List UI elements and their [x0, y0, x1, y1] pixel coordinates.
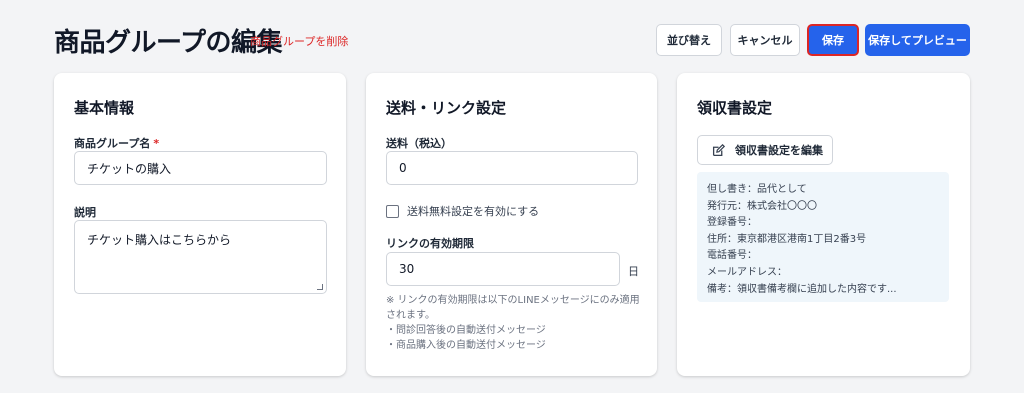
free-shipping-row[interactable]: 送料無料設定を有効にする [386, 203, 539, 219]
page-title: 商品グループの編集 [54, 28, 282, 58]
receipt-line: 備考：領収書備考欄に追加した内容です... [707, 283, 897, 295]
free-shipping-label: 送料無料設定を有効にする [407, 205, 540, 218]
page-header: 商品グループの編集 商品グループを削除 並び替え キャンセル 保存 保存してプレ… [0, 0, 1024, 70]
receipt-line: 但し書き：品代として [707, 184, 807, 195]
free-shipping-checkbox[interactable] [386, 204, 399, 218]
save-button[interactable]: 保存 [807, 24, 859, 56]
required-mark: * [153, 137, 160, 150]
shipping-fee-input[interactable]: 0 [386, 151, 638, 185]
group-name-label: 商品グループ名 * [74, 135, 159, 151]
shipping-card: 送料・リンク設定 送料（税込） 0 送料無料設定を有効にする リンクの有効期限 … [366, 73, 657, 376]
receipt-title: 領収書設定 [697, 99, 773, 117]
shipping-title: 送料・リンク設定 [386, 99, 507, 117]
basic-info-card: 基本情報 商品グループ名 * チケットの購入 説明 チケット購入はこちらから [54, 73, 346, 376]
receipt-line: メールアドレス： [707, 266, 787, 278]
edit-icon [712, 143, 725, 156]
cancel-button[interactable]: キャンセル [730, 24, 800, 56]
receipt-line: 電話番号： [707, 250, 757, 262]
link-expiry-label: リンクの有効期限 [386, 237, 474, 250]
shipping-fee-label: 送料（税込） [386, 137, 452, 150]
basic-info-title: 基本情報 [74, 99, 135, 117]
note-line: ※ リンクの有効期限は以下のLINEメッセージにのみ適用 [386, 295, 640, 306]
description-value: チケット購入はこちらから [87, 233, 232, 247]
sort-button[interactable]: 並び替え [656, 24, 722, 56]
receipt-line: 登録番号： [707, 217, 757, 229]
group-name-input[interactable]: チケットの購入 [74, 151, 327, 185]
note-line: ・問診回答後の自動送付メッセージ [386, 325, 546, 336]
receipt-card: 領収書設定 領収書設定を編集 但し書き：品代として 発行元：株式会社〇〇〇 登録… [677, 73, 970, 376]
save-preview-button[interactable]: 保存してプレビュー [865, 24, 970, 56]
shipping-fee-value: 0 [399, 161, 407, 175]
link-expiry-value: 30 [399, 262, 415, 276]
edit-receipt-button[interactable]: 領収書設定を編集 [697, 135, 833, 165]
delete-group-link[interactable]: 商品グループを削除 [250, 33, 348, 49]
group-name-value: チケットの購入 [87, 161, 172, 176]
receipt-preview-box: 但し書き：品代として 発行元：株式会社〇〇〇 登録番号： 住所：東京都港区港南1… [697, 172, 949, 302]
receipt-line: 住所：東京都港区港南1丁目2番3号 [707, 233, 867, 245]
receipt-line: 発行元：株式会社〇〇〇 [707, 200, 817, 212]
description-label: 説明 [74, 206, 96, 219]
link-expiry-unit: 日 [628, 265, 639, 278]
edit-receipt-label: 領収書設定を編集 [735, 144, 823, 157]
note-line: されます。 [386, 310, 435, 321]
note-line: ・商品購入後の自動送付メッセージ [386, 340, 546, 351]
group-name-label-text: 商品グループ名 [74, 137, 151, 150]
resize-handle-icon[interactable] [317, 284, 323, 290]
description-textarea[interactable]: チケット購入はこちらから [74, 220, 327, 294]
link-expiry-input[interactable]: 30 [386, 252, 620, 286]
link-expiry-note: ※ リンクの有効期限は以下のLINEメッセージにのみ適用 されます。 ・問診回答… [386, 293, 646, 353]
